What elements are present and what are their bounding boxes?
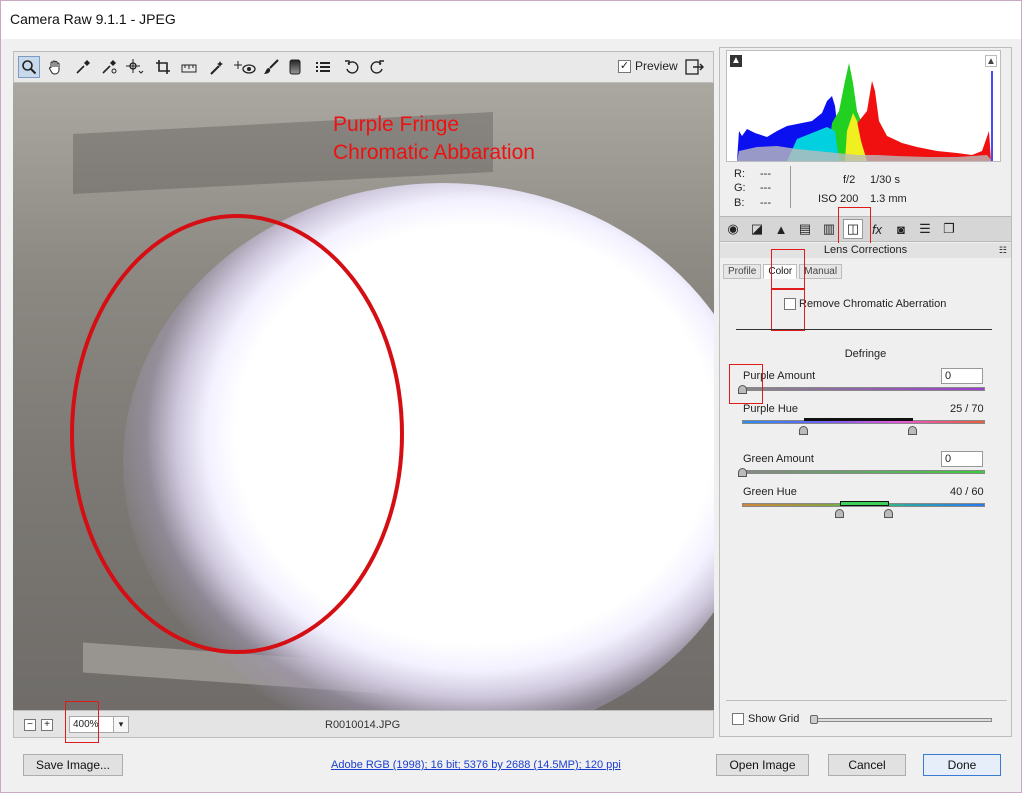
rotate-ccw-icon[interactable]	[341, 56, 363, 78]
section-title: Lens Corrections ☷	[720, 243, 1011, 258]
preferences-list-icon[interactable]	[312, 56, 334, 78]
r-value: ---	[760, 168, 771, 180]
tab-hsl-icon[interactable]: ▤	[795, 219, 815, 239]
save-image-button[interactable]: Save Image...	[23, 754, 123, 776]
lens-corrections-title: Lens Corrections	[823, 244, 908, 256]
spot-removal-tool-icon[interactable]	[206, 56, 228, 78]
red-eye-tool-icon[interactable]	[232, 56, 258, 78]
purple-hue-range	[804, 418, 913, 421]
shadow-clipping-icon[interactable]: ▲	[730, 55, 742, 67]
window-title: Camera Raw 9.1.1 - JPEG	[10, 11, 176, 27]
white-balance-tool-icon[interactable]	[72, 56, 94, 78]
image-preview[interactable]: Purple Fringe Chromatic Abbaration	[13, 83, 714, 710]
camera-raw-window: Camera Raw 9.1.1 - JPEG ✓ Preview Purple…	[0, 0, 1022, 793]
grid-divider	[726, 700, 1007, 701]
preview-toggle[interactable]: ✓ Preview	[618, 59, 678, 73]
shutter-value: 1/30 s	[870, 174, 900, 186]
show-grid-label: Show Grid	[748, 713, 800, 725]
histogram: ▲ ▲	[726, 50, 1001, 162]
histogram-graph	[737, 63, 993, 161]
image-filename: R0010014.JPG	[325, 719, 401, 731]
rotate-cw-icon[interactable]	[366, 56, 388, 78]
g-value: ---	[760, 182, 771, 194]
adjustment-panel: ▲ ▲ R: --- G: --- B: --- f/2 1/30 s ISO …	[719, 47, 1012, 737]
green-hue-value: 40 / 60	[950, 486, 984, 498]
purple-hue-thumb-max[interactable]	[908, 426, 917, 435]
zoom-dropdown-button[interactable]: ▾	[113, 716, 129, 733]
targeted-adjustment-tool-icon[interactable]	[124, 56, 146, 78]
crop-tool-icon[interactable]	[152, 56, 174, 78]
fullscreen-toggle-icon[interactable]	[684, 56, 706, 78]
show-grid-option[interactable]: Show Grid	[732, 713, 799, 725]
grid-size-slider[interactable]	[812, 718, 992, 722]
green-hue-range	[840, 501, 889, 506]
straighten-tool-icon[interactable]	[178, 56, 200, 78]
iso-value: ISO 200	[818, 193, 859, 205]
done-button[interactable]: Done	[923, 754, 1001, 776]
grid-size-thumb[interactable]	[810, 715, 818, 724]
color-sampler-tool-icon[interactable]	[98, 56, 120, 78]
tab-detail-icon[interactable]: ▲	[771, 219, 791, 239]
r-label: R:	[734, 168, 745, 180]
purple-hue-label: Purple Hue	[743, 403, 799, 415]
focal-length-value: 1.3 mm	[870, 193, 907, 205]
purple-hue-thumb-min[interactable]	[799, 426, 808, 435]
annotation-line-1: Purple Fringe	[333, 113, 460, 136]
b-label: B:	[734, 197, 745, 209]
remove-ca-label: Remove Chromatic Aberration	[799, 298, 947, 310]
annotation-box-remove-ca	[771, 289, 805, 331]
image-status-bar: − + 400% ▾ R0010014.JPG	[13, 710, 714, 738]
tab-camera-calibration-icon[interactable]: ◙	[891, 219, 911, 239]
green-amount-label: Green Amount	[743, 453, 814, 465]
graduated-filter-tool-icon[interactable]	[284, 56, 306, 78]
panel-menu-icon[interactable]: ☷	[999, 243, 1007, 258]
green-hue-label: Green Hue	[743, 486, 797, 498]
annotation-box-purple-amount	[729, 364, 763, 404]
green-hue-thumb-max[interactable]	[884, 509, 893, 518]
defringe-title: Defringe	[844, 348, 887, 360]
open-image-button[interactable]: Open Image	[716, 754, 809, 776]
section-divider	[736, 329, 992, 330]
green-hue-thumb-min[interactable]	[835, 509, 844, 518]
zoom-in-button[interactable]: +	[41, 719, 53, 731]
annotation-box-lens-tab	[838, 207, 871, 247]
readout-divider	[790, 166, 791, 208]
purple-hue-value: 25 / 70	[950, 403, 984, 415]
tab-manual[interactable]: Manual	[799, 264, 843, 279]
g-label: G:	[734, 182, 746, 194]
green-amount-field[interactable]: 0	[941, 451, 983, 467]
zoom-out-button[interactable]: −	[24, 719, 36, 731]
tool-bar: ✓ Preview	[13, 51, 714, 83]
remove-ca-option[interactable]: Remove Chromatic Aberration	[784, 298, 946, 310]
green-amount-slider[interactable]	[742, 470, 985, 474]
highlight-clipping-icon[interactable]: ▲	[985, 55, 997, 67]
tab-snapshots-icon[interactable]: ❐	[939, 219, 959, 239]
purple-amount-field[interactable]: 0	[941, 368, 983, 384]
tab-tone-curve-icon[interactable]: ◪	[747, 219, 767, 239]
title-bar: Camera Raw 9.1.1 - JPEG	[1, 1, 1021, 39]
annotation-text: Purple Fringe Chromatic Abbaration	[333, 111, 535, 167]
annotation-box-color-tab	[771, 249, 805, 289]
zoom-tool-icon[interactable]	[18, 56, 40, 78]
aperture-value: f/2	[843, 174, 856, 186]
show-grid-checkbox[interactable]	[732, 713, 744, 725]
green-amount-thumb[interactable]	[738, 468, 747, 477]
purple-amount-slider[interactable]	[742, 387, 985, 391]
cancel-button[interactable]: Cancel	[828, 754, 906, 776]
tab-split-toning-icon[interactable]: ▥	[819, 219, 839, 239]
b-value: ---	[760, 197, 771, 209]
hand-tool-icon[interactable]	[44, 56, 66, 78]
annotation-ellipse	[70, 214, 404, 654]
workflow-options-link[interactable]: Adobe RGB (1998); 16 bit; 5376 by 2688 (…	[331, 759, 621, 771]
annotation-box-zoom	[65, 701, 99, 743]
adjustment-brush-tool-icon[interactable]	[260, 56, 282, 78]
preview-checkbox[interactable]: ✓	[618, 59, 631, 73]
preview-label: Preview	[635, 59, 678, 73]
tab-profile[interactable]: Profile	[723, 264, 762, 279]
annotation-line-2: Chromatic Abbaration	[333, 141, 535, 164]
tab-basic-icon[interactable]: ◉	[723, 219, 743, 239]
tab-presets-icon[interactable]: ☰	[915, 219, 935, 239]
